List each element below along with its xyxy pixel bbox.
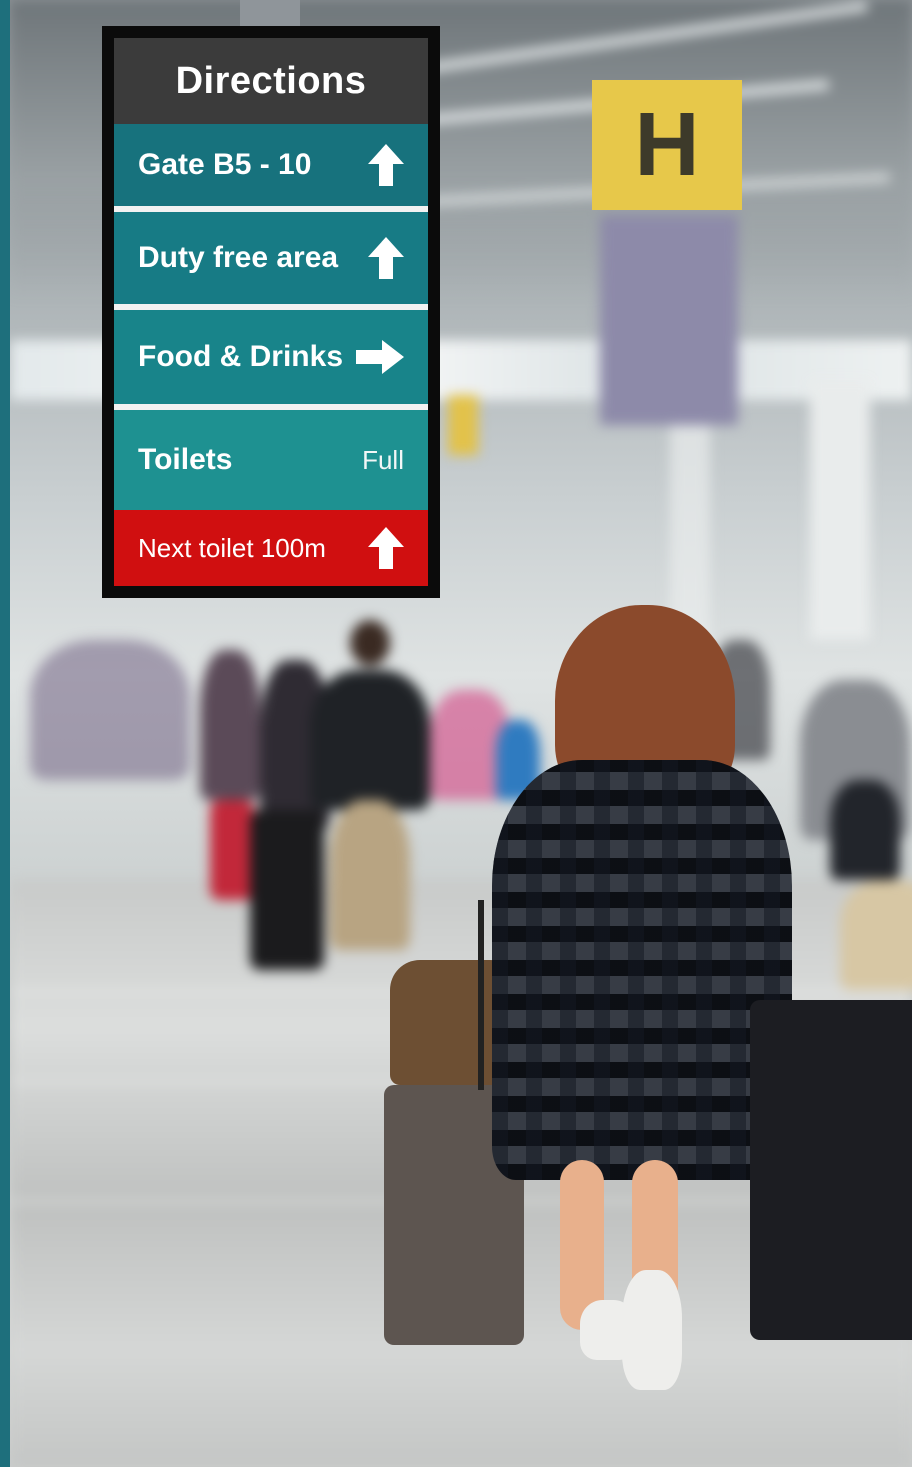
alert-row-next-toilet: Next toilet 100m [114, 510, 428, 586]
alert-label: Next toilet 100m [138, 532, 326, 563]
direction-row-toilets: Toilets Full [114, 410, 428, 510]
direction-row-food: Food & Drinks [114, 310, 428, 404]
toilet-status: Full [362, 444, 404, 475]
direction-label: Toilets [138, 443, 233, 476]
teal-edge-strip [0, 0, 10, 1467]
arrow-up-icon [368, 237, 404, 279]
direction-row-gate: Gate B5 - 10 [114, 124, 428, 206]
overhead-hotel-sign: H [592, 80, 742, 210]
direction-label: Duty free area [138, 241, 339, 274]
arrow-up-icon [368, 144, 404, 186]
direction-label: Food & Drinks [138, 340, 344, 373]
arrow-up-icon [368, 527, 404, 569]
sign-mount [240, 0, 300, 28]
direction-label: Gate B5 - 10 [138, 148, 312, 181]
arrow-right-icon [356, 340, 404, 374]
direction-row-duty-free: Duty free area [114, 212, 428, 304]
sign-title: Directions [114, 38, 428, 124]
directions-sign: Directions Gate B5 - 10 Duty free area F… [102, 26, 440, 598]
